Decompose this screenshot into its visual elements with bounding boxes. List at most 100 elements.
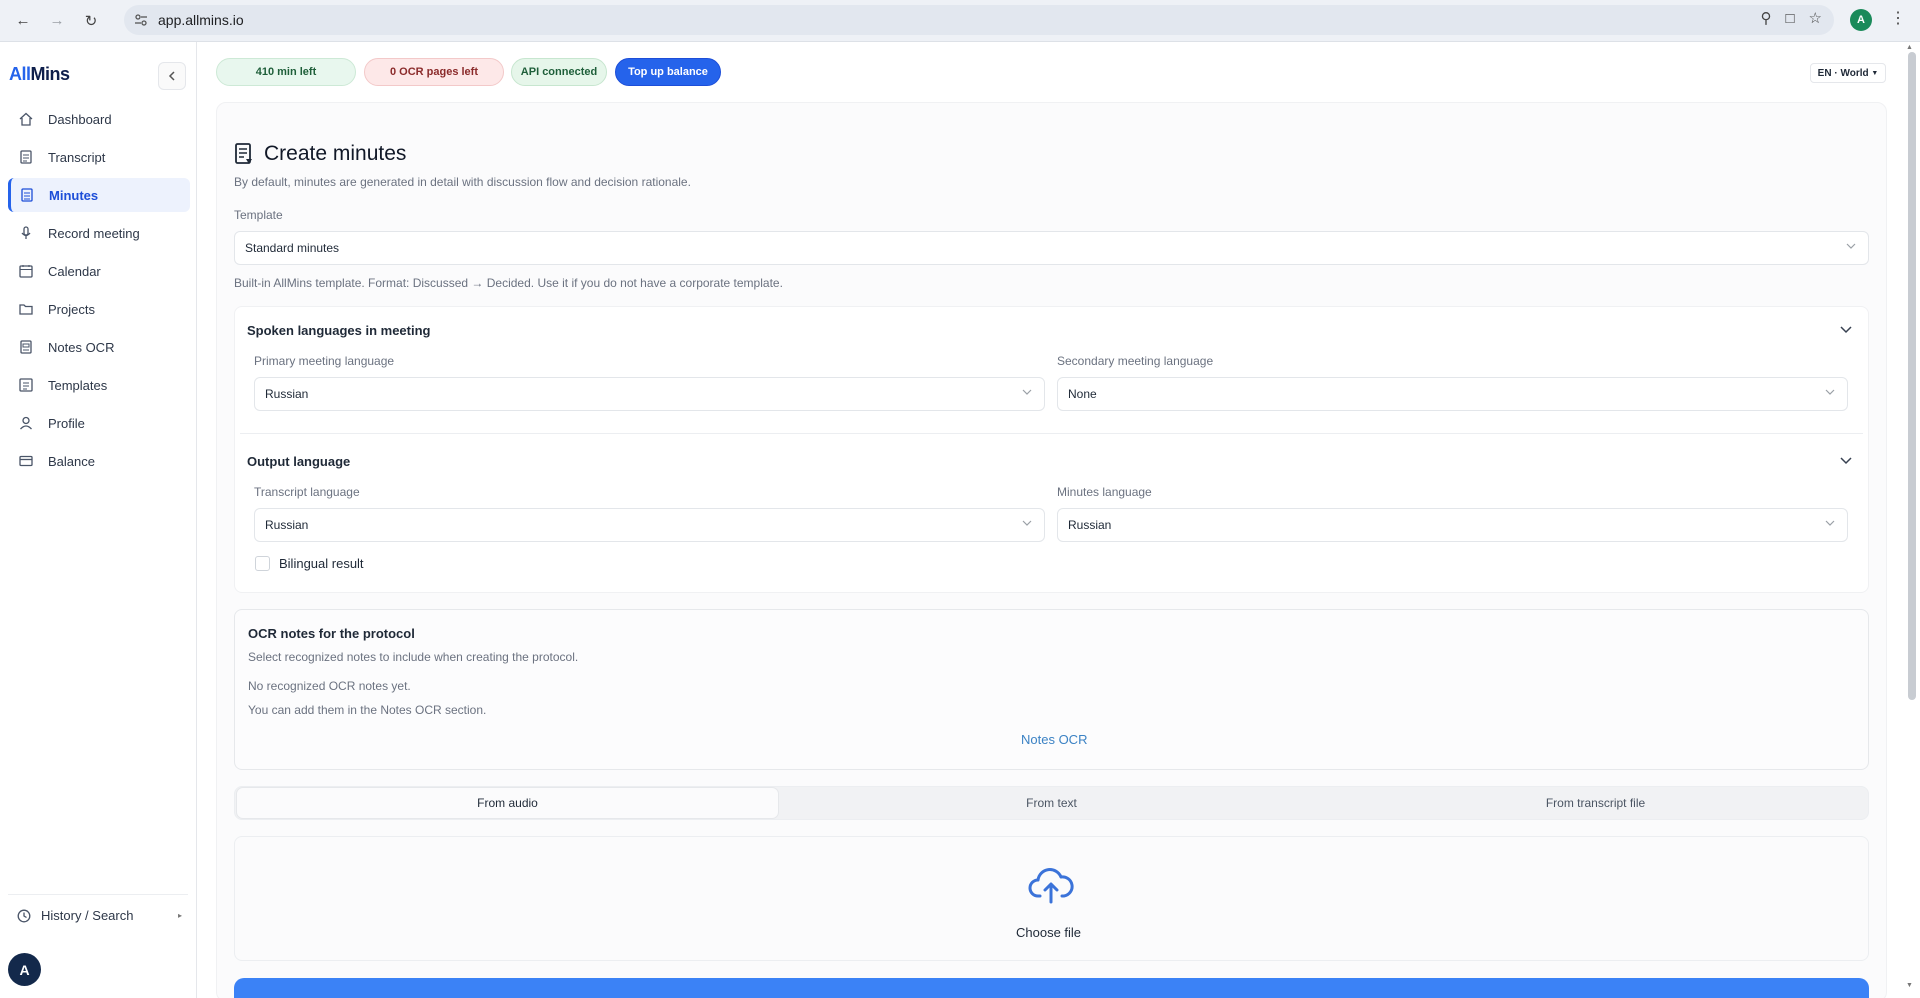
section-divider — [240, 433, 1863, 434]
sidebar-item-projects[interactable]: Projects — [8, 292, 190, 326]
minutes-document-icon — [235, 143, 252, 164]
notes-ocr-link[interactable]: Notes OCR — [1021, 732, 1087, 747]
primary-language-label: Primary meeting language — [254, 354, 395, 368]
sidebar-item-record-meeting[interactable]: Record meeting — [8, 216, 190, 250]
chevron-down-icon — [1022, 389, 1032, 395]
address-bar[interactable]: app.allmins.io ⚲ □ ☆ — [124, 5, 1834, 35]
page-subtitle: By default, minutes are generated in det… — [234, 175, 691, 189]
back-icon[interactable]: ← — [12, 10, 34, 32]
page-scrollbar[interactable] — [1908, 52, 1916, 700]
zoom-icon[interactable]: ⚲ — [1760, 9, 1771, 27]
page-header: Create minutes — [234, 142, 406, 166]
list-icon — [18, 377, 34, 393]
card-icon — [18, 453, 34, 469]
primary-language-select[interactable]: Russian — [254, 377, 1045, 411]
sidebar-item-label: Profile — [48, 415, 85, 431]
sidebar-item-templates[interactable]: Templates — [8, 368, 190, 402]
chevron-down-icon[interactable] — [1840, 323, 1852, 335]
cloud-upload-icon[interactable] — [1028, 866, 1074, 904]
sidebar-item-label: Calendar — [48, 263, 101, 279]
minutes-language-value: Russian — [1068, 518, 1112, 532]
minutes-icon — [19, 187, 35, 203]
minutes-language-label: Minutes language — [1057, 485, 1152, 499]
calendar-icon — [18, 263, 34, 279]
home-icon — [18, 111, 34, 127]
secondary-language-value: None — [1068, 387, 1097, 401]
choose-file-label[interactable]: Choose file — [1016, 925, 1081, 940]
microphone-icon — [18, 225, 34, 241]
sidebar-item-transcript[interactable]: Transcript — [8, 140, 190, 174]
locale-select[interactable]: EN · World ▼ — [1810, 63, 1886, 83]
app-logo[interactable]: AllMins — [9, 64, 70, 85]
forward-icon[interactable]: → — [46, 10, 68, 32]
install-app-icon[interactable]: □ — [1785, 10, 1794, 27]
page-title: Create minutes — [264, 142, 407, 165]
ocr-notes-description: Select recognized notes to include when … — [248, 650, 579, 664]
api-status-badge: API connected — [511, 58, 607, 86]
scan-icon — [18, 339, 34, 355]
sidebar-item-label: Notes OCR — [48, 339, 115, 355]
sidebar: AllMins Dashboard Transcript Minutes Rec… — [0, 42, 197, 998]
chevron-down-icon: ▼ — [1871, 69, 1879, 77]
document-icon — [18, 149, 34, 165]
user-avatar[interactable]: A — [8, 953, 41, 986]
history-search-label: History / Search — [41, 908, 134, 923]
browser-menu-icon[interactable]: ⋮ — [1890, 11, 1906, 27]
transcript-language-label: Transcript language — [254, 485, 360, 499]
bilingual-checkbox-label[interactable]: Bilingual result — [279, 556, 364, 571]
bookmark-star-icon[interactable]: ☆ — [1809, 9, 1822, 27]
collapse-sidebar-button[interactable] — [158, 62, 186, 90]
chevron-down-icon[interactable] — [1840, 454, 1852, 466]
chevron-down-icon — [1846, 243, 1856, 249]
reload-icon[interactable]: ↻ — [80, 10, 102, 32]
minutes-language-select[interactable]: Russian — [1057, 508, 1848, 542]
output-language-title[interactable]: Output language — [247, 454, 350, 469]
sidebar-item-label: Minutes — [49, 187, 99, 203]
sidebar-item-dashboard[interactable]: Dashboard — [8, 102, 190, 136]
chevron-down-icon — [1825, 520, 1835, 526]
ocr-notes-title: OCR notes for the protocol — [248, 626, 415, 641]
template-hint: Built-in AllMins template. Format: Discu… — [234, 276, 783, 290]
site-settings-icon[interactable] — [134, 13, 148, 27]
user-icon — [18, 415, 34, 431]
browser-profile-avatar[interactable]: A — [1850, 9, 1872, 31]
clock-icon — [17, 909, 31, 923]
tab-from-audio[interactable]: From audio — [236, 787, 779, 819]
sidebar-item-profile[interactable]: Profile — [8, 406, 190, 440]
ocr-pages-left-badge: 0 OCR pages left — [364, 58, 504, 86]
tab-from-transcript-file[interactable]: From transcript file — [1324, 787, 1867, 819]
template-select[interactable]: Standard minutes — [234, 231, 1869, 265]
sidebar-item-label: Dashboard — [48, 111, 112, 127]
locale-value: EN · World — [1817, 67, 1869, 79]
chevron-right-icon: ▸ — [177, 911, 182, 920]
bilingual-checkbox[interactable] — [255, 556, 270, 571]
template-value: Standard minutes — [245, 241, 340, 255]
create-minutes-submit-button[interactable] — [234, 978, 1869, 998]
transcript-language-select[interactable]: Russian — [254, 508, 1045, 542]
template-label: Template — [234, 208, 283, 222]
folder-icon — [18, 301, 34, 317]
sidebar-item-notes-ocr[interactable]: Notes OCR — [8, 330, 190, 364]
sidebar-item-minutes[interactable]: Minutes — [8, 178, 190, 212]
sidebar-item-label: Templates — [48, 377, 108, 393]
sidebar-item-label: Balance — [48, 453, 95, 469]
tab-from-text[interactable]: From text — [780, 787, 1323, 819]
top-up-balance-button[interactable]: Top up balance — [615, 58, 721, 86]
sidebar-item-calendar[interactable]: Calendar — [8, 254, 190, 288]
scroll-down-arrow-icon[interactable]: ▼ — [1906, 982, 1913, 989]
sidebar-item-label: Transcript — [48, 149, 106, 165]
url-text[interactable]: app.allmins.io — [158, 12, 244, 28]
history-search-toggle[interactable]: History / Search ▸ — [17, 908, 182, 923]
chevron-down-icon — [1022, 520, 1032, 526]
transcript-language-value: Russian — [265, 518, 309, 532]
minutes-left-badge: 410 min left — [216, 58, 356, 86]
ocr-notes-empty: No recognized OCR notes yet. — [248, 679, 411, 693]
secondary-language-select[interactable]: None — [1057, 377, 1848, 411]
scroll-up-arrow-icon[interactable]: ▲ — [1906, 44, 1913, 51]
sidebar-item-label: Projects — [48, 301, 95, 317]
chevron-down-icon — [1825, 389, 1835, 395]
spoken-languages-title[interactable]: Spoken languages in meeting — [247, 323, 430, 338]
browser-toolbar: ← → ↻ app.allmins.io ⚲ □ ☆ A ⋮ — [0, 0, 1920, 42]
ocr-notes-hint: You can add them in the Notes OCR sectio… — [248, 703, 487, 717]
sidebar-item-balance[interactable]: Balance — [8, 444, 190, 478]
